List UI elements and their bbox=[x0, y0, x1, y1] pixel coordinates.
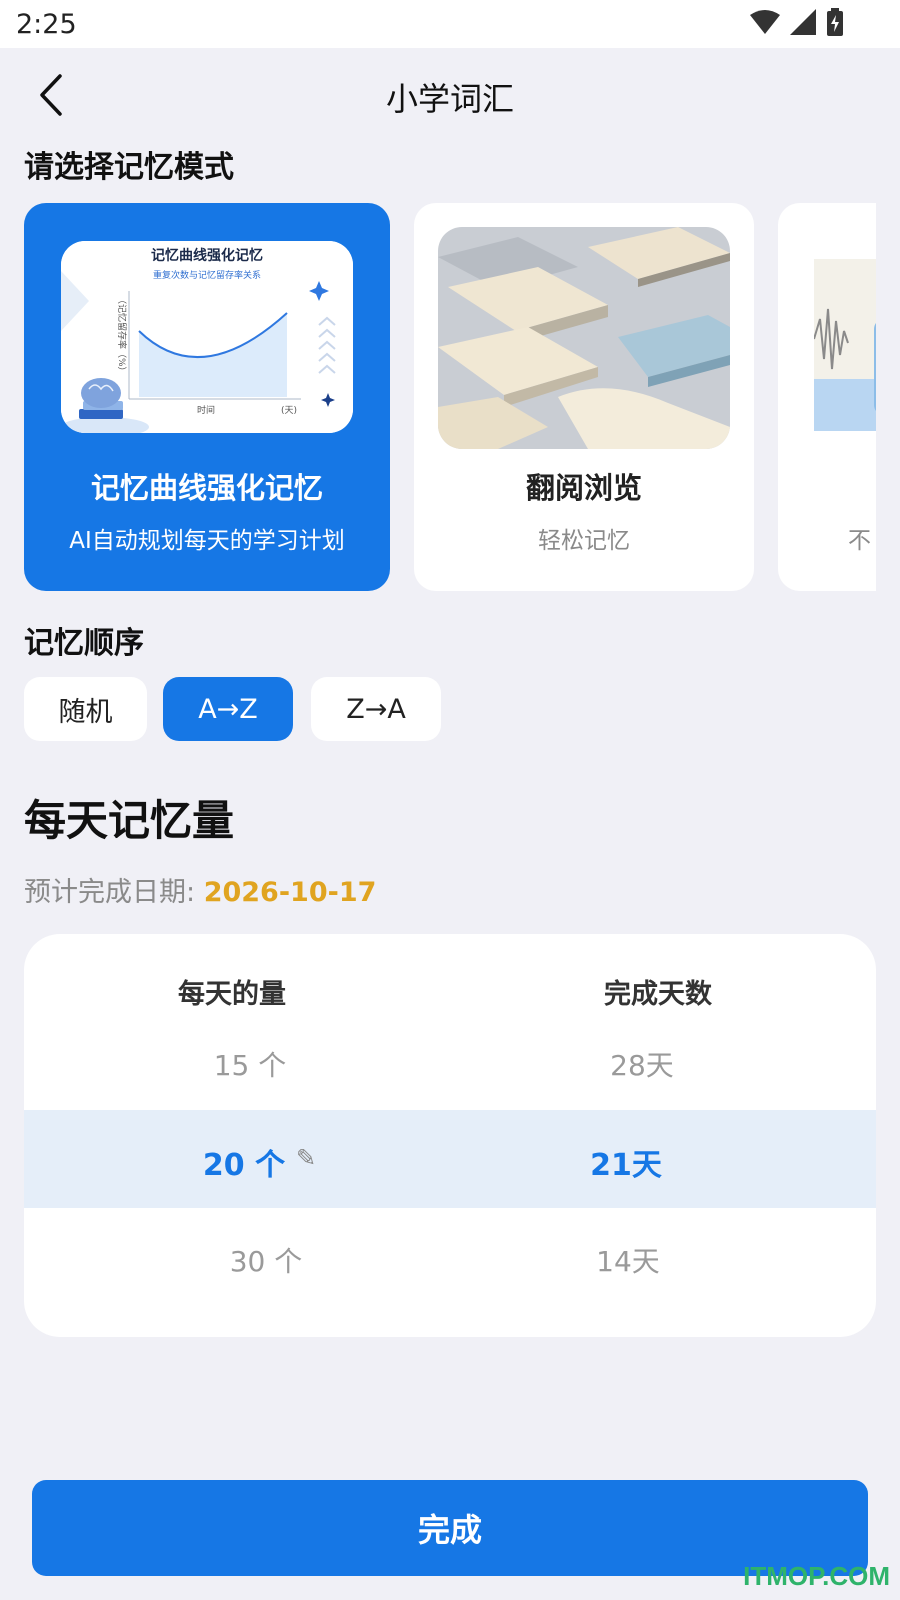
days-option[interactable]: 28天 bbox=[512, 1044, 772, 1084]
per-day-option-selected[interactable]: 20 个 bbox=[114, 1140, 374, 1184]
order-a-to-z-button[interactable]: A→Z bbox=[163, 677, 293, 741]
mode-card-scroller[interactable]: 记忆曲线强化记忆 重复次数与记忆留存率关系 （记忆留存率（%） 时间 (天) 记… bbox=[24, 203, 876, 591]
finish-label: 预计完成日期: bbox=[24, 877, 204, 908]
daily-picker[interactable]: 每天的量 完成天数 15 个 20 个 30 个 ✎ 28天 21天 14天 bbox=[24, 934, 876, 1337]
chart-ylabel: （记忆留存率（%） bbox=[116, 295, 128, 376]
chart-title: 记忆曲线强化记忆 bbox=[151, 247, 263, 264]
order-z-to-a-button[interactable]: Z→A bbox=[311, 677, 441, 741]
card-title-browse: 翻阅浏览 bbox=[525, 471, 642, 505]
order-section-title: 记忆顺序 bbox=[24, 626, 144, 661]
card-title-memory-curve: 记忆曲线强化记忆 bbox=[90, 471, 323, 505]
status-time: 2:25 bbox=[16, 9, 77, 40]
mode-card-memory-curve[interactable]: 记忆曲线强化记忆 重复次数与记忆留存率关系 （记忆留存率（%） 时间 (天) 记… bbox=[24, 203, 390, 591]
days-option-selected[interactable]: 21天 bbox=[496, 1140, 756, 1184]
per-day-option[interactable]: 15 个 bbox=[120, 1044, 380, 1084]
page-title: 小学词汇 bbox=[385, 80, 514, 118]
pencil-icon[interactable]: ✎ bbox=[296, 1144, 316, 1172]
chart-xlabel: 时间 bbox=[197, 404, 215, 416]
watermark: ITMOP.COM bbox=[743, 1561, 890, 1591]
memory-curve-chart: 记忆曲线强化记忆 重复次数与记忆留存率关系 （记忆留存率（%） 时间 (天) bbox=[61, 241, 353, 433]
card-subtitle-third: 不 bbox=[848, 528, 871, 554]
app-header: 小学词汇 bbox=[0, 48, 900, 140]
days-option[interactable]: 14天 bbox=[498, 1240, 758, 1280]
status-icons bbox=[750, 8, 844, 36]
chart-xunit: (天) bbox=[281, 406, 297, 416]
per-day-option[interactable]: 30 个 bbox=[136, 1240, 396, 1280]
estimated-finish: 预计完成日期: 2026-10-17 bbox=[24, 870, 376, 909]
picker-header-days: 完成天数 bbox=[604, 979, 712, 1010]
signal-icon bbox=[790, 9, 816, 35]
mode-card-third[interactable]: 不 bbox=[778, 203, 876, 591]
card-subtitle-memory-curve: AI自动规划每天的学习计划 bbox=[69, 528, 345, 554]
memory-curve-illustration: 记忆曲线强化记忆 重复次数与记忆留存率关系 （记忆留存率（%） 时间 (天) bbox=[61, 241, 353, 433]
audio-illustration bbox=[814, 259, 876, 431]
order-random-button[interactable]: 随机 bbox=[24, 677, 147, 741]
status-bar: 2:25 bbox=[0, 0, 900, 48]
daily-amount-title: 每天记忆量 bbox=[24, 796, 235, 845]
finish-date: 2026-10-17 bbox=[203, 877, 377, 908]
mode-section-title: 请选择记忆模式 bbox=[24, 150, 234, 185]
chart-subtitle: 重复次数与记忆留存率关系 bbox=[153, 269, 261, 281]
picker-header-per-day: 每天的量 bbox=[178, 979, 286, 1010]
card-subtitle-browse: 轻松记忆 bbox=[538, 528, 630, 554]
battery-icon bbox=[827, 8, 843, 36]
mode-card-browse[interactable]: 翻阅浏览 轻松记忆 bbox=[414, 203, 754, 591]
books-illustration bbox=[438, 227, 730, 449]
wifi-icon bbox=[750, 10, 780, 34]
